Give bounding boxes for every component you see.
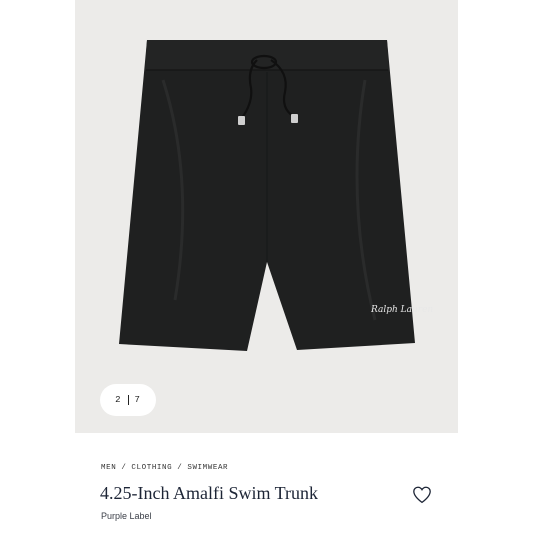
product-brand-label: Purple Label: [101, 511, 152, 521]
product-image-swim-trunk: [119, 40, 415, 351]
breadcrumb: MEN / CLOTHING / SWIMWEAR: [101, 464, 228, 472]
product-title: 4.25-Inch Amalfi Swim Trunk: [100, 483, 319, 503]
breadcrumb-separator: /: [121, 464, 127, 472]
breadcrumb-clothing[interactable]: CLOTHING: [131, 464, 172, 472]
product-image-gallery[interactable]: Ralph Lauren 2 7: [75, 0, 458, 433]
heart-icon: [413, 486, 431, 504]
image-counter-divider: [127, 395, 129, 405]
image-counter-total: 7: [134, 395, 141, 405]
breadcrumb-men[interactable]: MEN: [101, 464, 116, 472]
breadcrumb-separator: /: [177, 464, 183, 472]
embroidered-logo: Ralph Lauren: [371, 305, 433, 315]
image-counter-current: 2: [115, 395, 122, 405]
svg-text:Ralph Lauren: Ralph Lauren: [371, 305, 433, 315]
image-counter: 2 7: [100, 384, 156, 416]
wishlist-button[interactable]: [411, 485, 433, 505]
breadcrumb-swimwear[interactable]: SWIMWEAR: [187, 464, 228, 472]
